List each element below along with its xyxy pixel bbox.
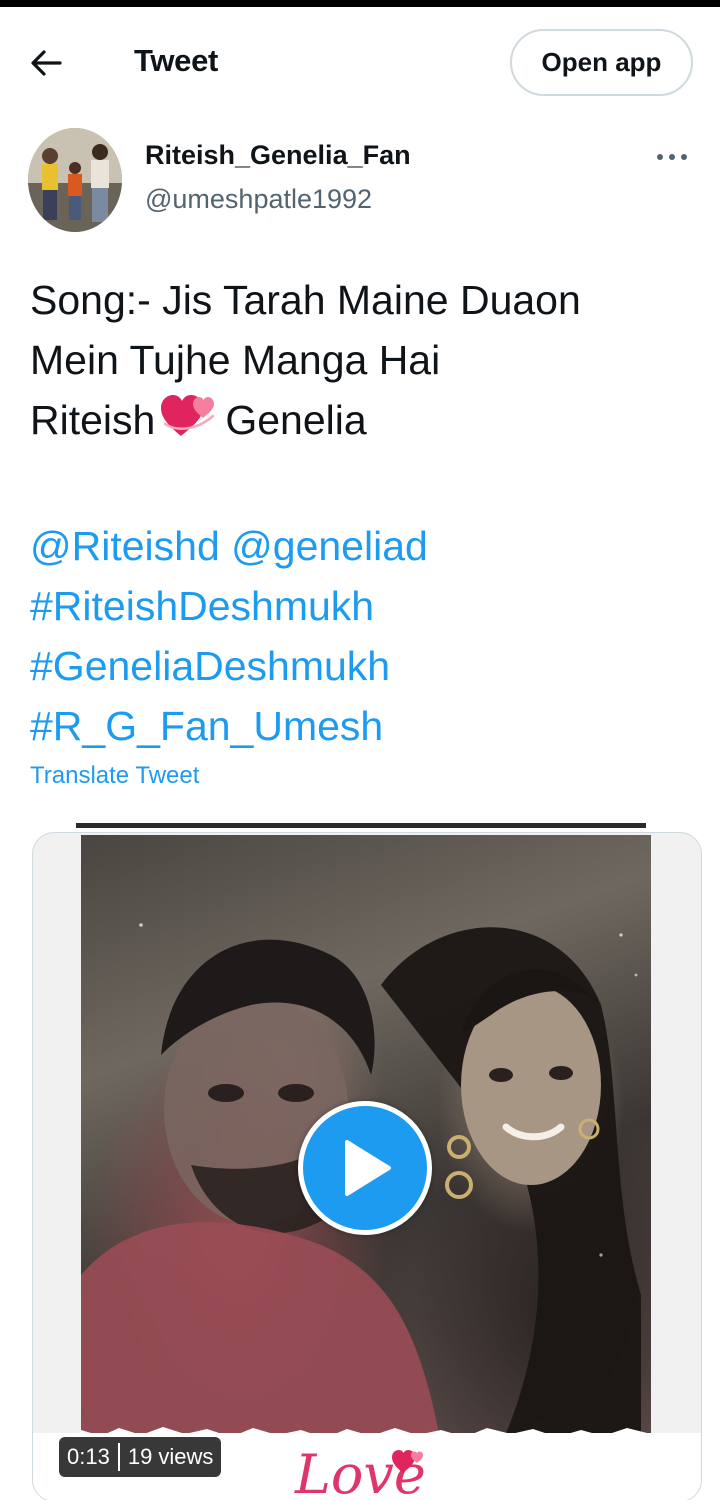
video-info-badges: 0:13 19 views [59,1437,222,1477]
tweet-text-riteish: Riteish [30,397,156,443]
mention-link[interactable]: @Riteishd [30,523,220,569]
avatar-image [28,128,122,232]
play-button[interactable] [298,1101,432,1235]
avatar[interactable] [28,128,122,232]
status-bar [0,0,720,7]
tweet-spacer [30,456,700,516]
open-app-button[interactable]: Open app [510,29,693,96]
more-horizontal-icon [657,154,687,160]
play-icon [345,1140,391,1196]
author-handle[interactable]: @umeshpatle1992 [145,184,372,215]
mention-link[interactable]: @geneliad [231,523,428,569]
tweet-line: Mein Tujhe Manga Hai [30,337,441,383]
tweet-author: Riteish_Genelia_Fan @umeshpatle1992 [0,120,720,240]
video-card[interactable]: Love 0:13 19 views [32,832,702,1500]
hashtag-link[interactable]: #RiteishDeshmukh [30,576,700,636]
back-button[interactable] [26,43,66,83]
page-title: Tweet [134,43,219,78]
hashtag-link[interactable]: #R_G_Fan_Umesh [30,696,700,756]
tweet-body: Song:- Jis Tarah Maine Duaon Mein Tujhe … [30,270,700,756]
hashtag-link[interactable]: #GeneliaDeshmukh [30,636,700,696]
tweet-line: Riteish Genelia [30,390,700,456]
author-display-name[interactable]: Riteish_Genelia_Fan [145,140,411,171]
tweet-mentions-line: @Riteishd @geneliad [30,516,700,576]
video-duration: 0:13 [67,1444,110,1469]
arrow-left-icon [31,50,62,76]
translate-tweet-link[interactable]: Translate Tweet [30,762,199,790]
more-options-button[interactable] [652,140,692,174]
media-stack-edge [76,823,646,828]
tweet-text-genelia: Genelia [225,397,367,443]
tweet-line: Song:- Jis Tarah Maine Duaon [30,277,581,323]
top-bar: Tweet Open app [0,7,720,117]
video-views: 19 views [127,1444,214,1469]
heart-sticker-icon [392,1450,423,1473]
two-hearts-icon [159,390,219,456]
